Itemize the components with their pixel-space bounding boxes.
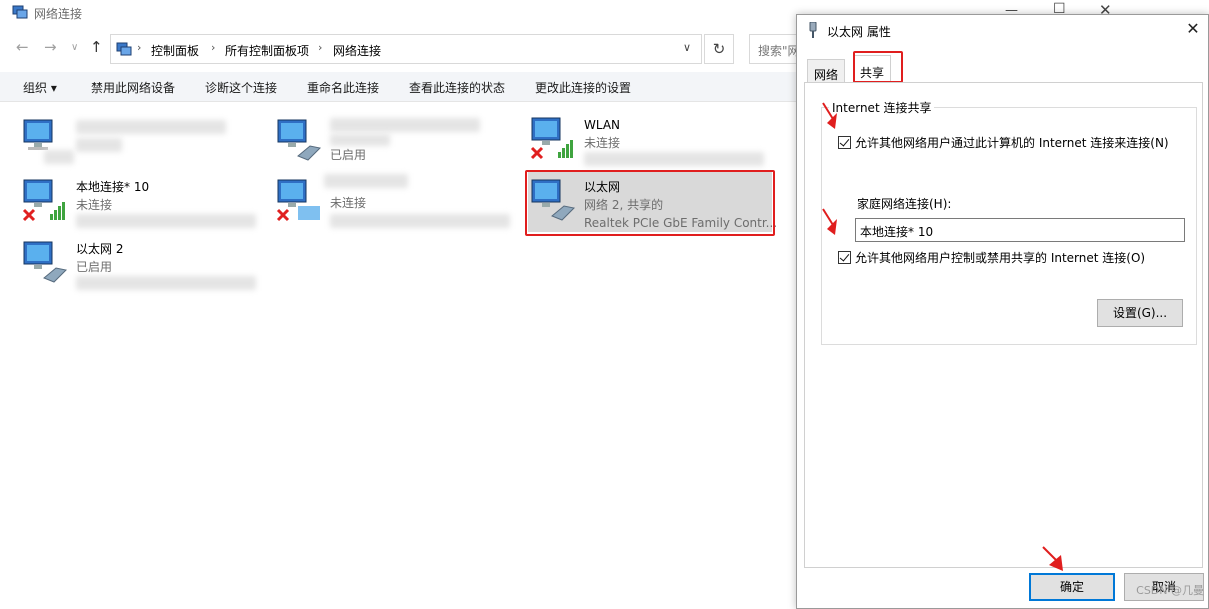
breadcrumb-separator: › bbox=[318, 41, 323, 54]
connections-list: 已启用 WLAN 未连接 本地连接* 10 未连接 未连接 以太网 网络 2, … bbox=[0, 104, 800, 609]
dialog-close-icon[interactable]: ✕ bbox=[1183, 19, 1203, 38]
connection-name: WLAN bbox=[584, 118, 621, 132]
home-network-label: 家庭网络连接(H): bbox=[857, 197, 952, 211]
allow-control-label[interactable]: 允许其他网络用户控制或禁用共享的 Internet 连接(O) bbox=[855, 249, 1145, 266]
connection-status: 已启用 bbox=[330, 148, 367, 162]
breadcrumb-separator: › bbox=[137, 41, 142, 54]
list-item[interactable]: WLAN 未连接 bbox=[528, 110, 778, 168]
connection-status: 未连接 bbox=[76, 198, 113, 212]
up-icon[interactable]: ↑ bbox=[90, 38, 103, 56]
breadcrumb-network-connections[interactable]: 网络连接 bbox=[333, 42, 381, 59]
watermark: CSDN @几曼 bbox=[1136, 584, 1204, 597]
forward-icon[interactable]: → bbox=[44, 38, 57, 56]
change-settings-button[interactable]: 更改此连接的设置 bbox=[535, 79, 631, 96]
connection-name: 本地连接* 10 bbox=[76, 180, 150, 194]
breadcrumb-control-panel[interactable]: 控制面板 bbox=[151, 42, 199, 59]
list-item[interactable]: 已启用 bbox=[274, 112, 524, 170]
highlight-box bbox=[525, 170, 775, 236]
breadcrumb-all-items[interactable]: 所有控制面板项 bbox=[225, 42, 309, 59]
sharing-panel: Internet 连接共享 允许其他网络用户通过此计算机的 Internet 连… bbox=[804, 82, 1203, 568]
address-dropdown-icon[interactable]: ∨ bbox=[683, 41, 691, 54]
connection-name: 以太网 2 bbox=[76, 242, 124, 256]
home-network-field[interactable]: 本地连接* 10 bbox=[855, 218, 1185, 242]
list-item[interactable]: 本地连接* 10 未连接 bbox=[20, 172, 270, 230]
connection-status: 未连接 bbox=[584, 136, 621, 150]
network-connections-icon bbox=[12, 5, 28, 19]
list-item[interactable]: 未连接 bbox=[274, 172, 524, 230]
rename-button[interactable]: 重命名此连接 bbox=[307, 79, 379, 96]
disable-device-button[interactable]: 禁用此网络设备 bbox=[91, 79, 175, 96]
address-bar[interactable]: › 控制面板 › 所有控制面板项 › 网络连接 ∨ bbox=[110, 34, 702, 64]
allow-control-checkbox[interactable] bbox=[838, 251, 851, 264]
dialog-title: 以太网 属性 bbox=[827, 25, 891, 39]
disconnected-x-icon bbox=[530, 146, 544, 160]
recent-dropdown-icon[interactable]: ∨ bbox=[71, 42, 78, 53]
list-item[interactable] bbox=[20, 112, 270, 170]
address-row: ← → ∨ ↑ › 控制面板 › 所有控制面板项 › 网络连接 ∨ ↻ 搜索"网 bbox=[0, 32, 809, 64]
allow-share-checkbox[interactable] bbox=[838, 136, 851, 149]
diagnose-button[interactable]: 诊断这个连接 bbox=[205, 79, 277, 96]
highlight-box bbox=[853, 51, 903, 83]
disconnected-x-icon bbox=[276, 208, 290, 222]
ethernet-properties-dialog: 以太网 属性 ✕ 网络 共享 Internet 连接共享 允许其他网络用户通过此… bbox=[796, 14, 1209, 609]
annotation-arrow-icon bbox=[822, 102, 837, 129]
command-bar: 组织 ▾ 禁用此网络设备 诊断这个连接 重命名此连接 查看此连接的状态 更改此连… bbox=[0, 72, 800, 102]
organize-button[interactable]: 组织 ▾ bbox=[23, 79, 57, 96]
settings-button[interactable]: 设置(G)... bbox=[1097, 299, 1183, 327]
allow-share-label[interactable]: 允许其他网络用户通过此计算机的 Internet 连接来连接(N) bbox=[855, 134, 1169, 151]
ethernet-adapter-icon bbox=[277, 119, 322, 161]
annotation-arrow-icon bbox=[822, 208, 837, 235]
list-item[interactable]: 以太网 2 已启用 bbox=[20, 234, 270, 292]
back-icon[interactable]: ← bbox=[16, 38, 29, 56]
tab-network[interactable]: 网络 bbox=[807, 59, 846, 83]
control-panel-icon bbox=[116, 42, 132, 56]
annotation-arrow-icon bbox=[1042, 546, 1063, 571]
ethernet-adapter-icon bbox=[23, 241, 68, 283]
connection-status: 已启用 bbox=[76, 260, 113, 274]
explorer-titlebar: 网络连接 bbox=[0, 0, 800, 26]
refresh-button[interactable]: ↻ bbox=[704, 34, 734, 64]
disconnected-x-icon bbox=[22, 208, 36, 222]
ok-button[interactable]: 确定 bbox=[1029, 573, 1115, 601]
ethernet-plug-icon bbox=[809, 22, 817, 38]
view-status-button[interactable]: 查看此连接的状态 bbox=[409, 79, 505, 96]
breadcrumb-separator: › bbox=[211, 41, 216, 54]
window-title: 网络连接 bbox=[34, 7, 83, 21]
connection-status: 未连接 bbox=[330, 196, 367, 210]
